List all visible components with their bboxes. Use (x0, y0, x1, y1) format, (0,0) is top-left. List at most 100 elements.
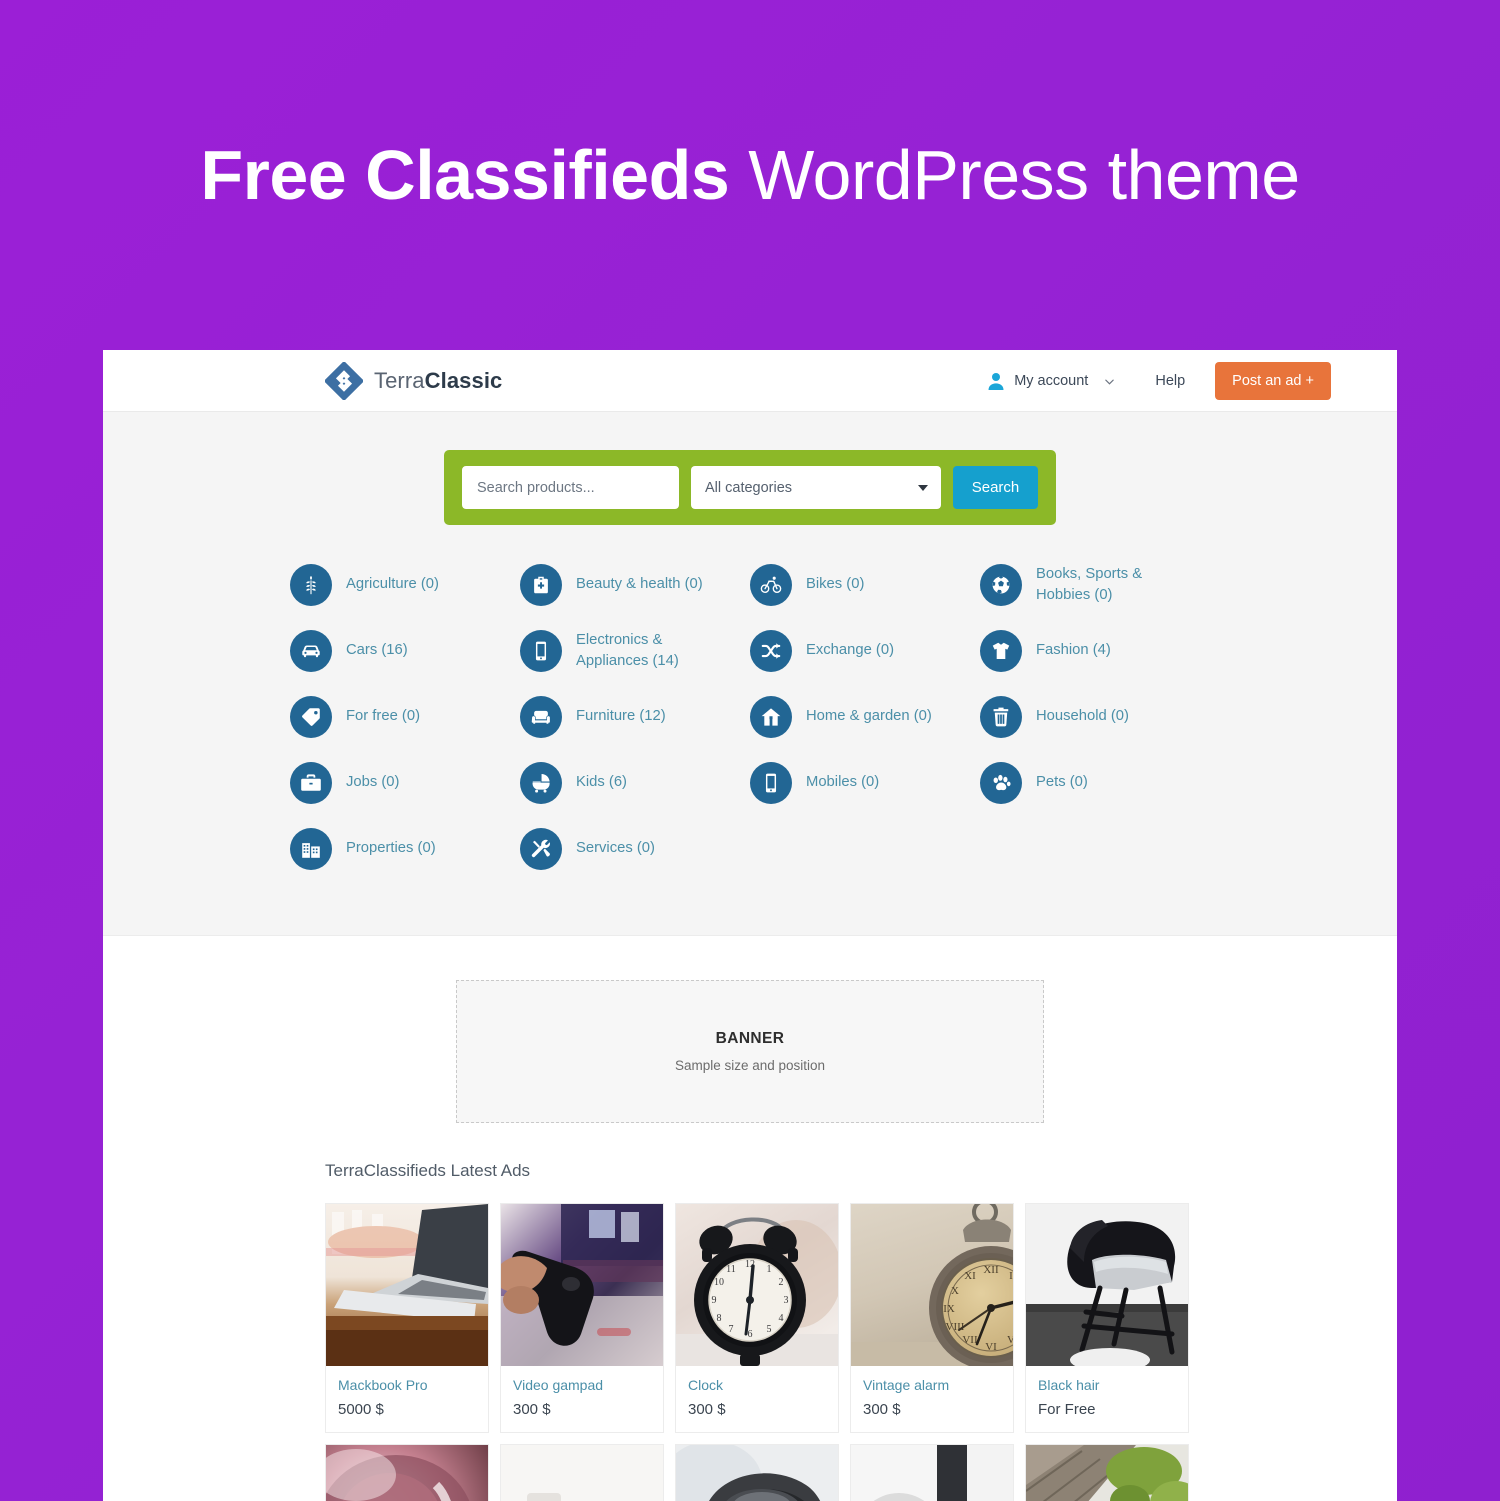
category-item-properties[interactable]: Properties (0) (290, 821, 520, 877)
tshirt-icon (980, 630, 1022, 672)
category-item-home-garden[interactable]: Home & garden (0) (750, 689, 980, 745)
category-item-electronics-appliances[interactable]: Electronics & Appliances (14) (520, 623, 750, 679)
category-label: Beauty & health (0) (576, 576, 703, 593)
laptop-photo (326, 1204, 488, 1366)
ad-meta: Mackbook Pro 5000 $ (326, 1366, 488, 1432)
category-item-agriculture[interactable]: Agriculture (0) (290, 557, 520, 613)
ad-card[interactable] (500, 1444, 664, 1501)
search-button[interactable]: Search (953, 466, 1038, 509)
outdoor-photo (1026, 1445, 1188, 1501)
chevron-down-icon (1104, 374, 1115, 385)
ad-card[interactable] (1025, 1444, 1189, 1501)
category-label: Pets (0) (1036, 774, 1088, 791)
phone-desk-photo (501, 1445, 663, 1501)
banner-placeholder[interactable]: BANNER Sample size and position (456, 980, 1044, 1123)
briefcase-icon (290, 762, 332, 804)
ad-card[interactable]: XIIIII IIIIVV VIVIIVIII IXXXI Vintage al… (850, 1203, 1014, 1433)
first-aid-kit-icon (520, 564, 562, 606)
ad-title[interactable]: Vintage alarm (863, 1377, 1001, 1393)
paw-print-icon (980, 762, 1022, 804)
category-item-cars[interactable]: Cars (16) (290, 623, 520, 679)
promo-banner: Free Classifieds WordPress theme (0, 0, 1500, 350)
ad-meta: Black hair For Free (1026, 1366, 1188, 1432)
ad-title[interactable]: Black hair (1038, 1377, 1176, 1393)
bicycle-icon (750, 564, 792, 606)
svg-text:XII: XII (983, 1264, 999, 1276)
category-item-jobs[interactable]: Jobs (0) (290, 755, 520, 811)
ad-title[interactable]: Clock (688, 1377, 826, 1393)
svg-text:4: 4 (779, 1313, 784, 1324)
black-chair-photo (1026, 1204, 1188, 1366)
latest-ads-section: TerraClassifieds Latest Ads Mackbook Pro… (103, 1123, 1397, 1501)
svg-text:2: 2 (779, 1277, 784, 1288)
svg-text:6: 6 (748, 1329, 753, 1340)
camera-lens-photo (676, 1445, 838, 1501)
ad-price: 5000 $ (338, 1401, 384, 1418)
ad-card[interactable]: Black hair For Free (1025, 1203, 1189, 1433)
category-label: Home & garden (0) (806, 708, 932, 725)
promo-headline: Free Classifieds WordPress theme (200, 140, 1300, 210)
header-nav: My account Help Post an ad + (986, 361, 1331, 400)
category-label: Furniture (12) (576, 708, 666, 725)
svg-text:X: X (951, 1285, 959, 1297)
lens-white-photo (851, 1445, 1013, 1501)
user-avatar-icon (986, 371, 1006, 391)
category-item-services[interactable]: Services (0) (520, 821, 750, 877)
my-account-label: My account (1014, 372, 1089, 389)
category-item-household[interactable]: Household (0) (980, 689, 1210, 745)
ad-meta: Vintage alarm 300 $ (851, 1366, 1013, 1432)
search-input[interactable] (462, 466, 679, 509)
category-item-fashion[interactable]: Fashion (4) (980, 623, 1210, 679)
car-icon (290, 630, 332, 672)
smartphone-icon (520, 630, 562, 672)
category-select[interactable]: All categories (691, 466, 941, 509)
svg-text:XI: XI (964, 1270, 976, 1282)
help-link[interactable]: Help (1155, 373, 1185, 389)
trash-bin-icon (980, 696, 1022, 738)
ad-card[interactable] (850, 1444, 1014, 1501)
svg-text:I: I (1009, 1270, 1013, 1282)
search-bar: All categories Search (444, 450, 1056, 525)
svg-text:IX: IX (943, 1303, 955, 1315)
category-item-for-free[interactable]: For free (0) (290, 689, 520, 745)
category-label: Jobs (0) (346, 774, 400, 791)
ad-title[interactable]: Video gampad (513, 1377, 651, 1393)
svg-text:1: 1 (767, 1264, 772, 1275)
ad-price: 300 $ (513, 1401, 551, 1418)
banner-title: BANNER (715, 1030, 785, 1047)
my-account-menu[interactable]: My account (986, 371, 1125, 391)
category-item-furniture[interactable]: Furniture (12) (520, 689, 750, 745)
category-item-mobiles[interactable]: Mobiles (0) (750, 755, 980, 811)
ad-card[interactable] (325, 1444, 489, 1501)
category-label: Fashion (4) (1036, 642, 1111, 659)
svg-text:VII: VII (962, 1334, 978, 1346)
category-item-bikes[interactable]: Bikes (0) (750, 557, 980, 613)
category-label: Books, Sports & Hobbies (0) (1036, 565, 1143, 603)
category-item-beauty-health[interactable]: Beauty & health (0) (520, 557, 750, 613)
svg-text:3: 3 (784, 1295, 789, 1306)
mobile-phone-icon (750, 762, 792, 804)
category-label: Bikes (0) (806, 576, 865, 593)
logo-text-classic: Classic (424, 367, 503, 393)
post-an-ad-button[interactable]: Post an ad + (1215, 361, 1331, 400)
hero-section: All categories Search Agriculture (0) Be… (103, 412, 1397, 936)
ad-card[interactable] (675, 1444, 839, 1501)
category-label: Electronics & Appliances (14) (576, 631, 679, 669)
category-item-kids[interactable]: Kids (6) (520, 755, 750, 811)
category-grid: Agriculture (0) Beauty & health (0) Bike… (290, 557, 1210, 877)
ad-meta: Clock 300 $ (676, 1366, 838, 1432)
category-item-books-sports-hobbies[interactable]: Books, Sports & Hobbies (0) (980, 557, 1210, 613)
ad-title[interactable]: Mackbook Pro (338, 1377, 476, 1393)
tools-icon (520, 828, 562, 870)
ad-card[interactable]: Mackbook Pro 5000 $ (325, 1203, 489, 1433)
category-item-pets[interactable]: Pets (0) (980, 755, 1210, 811)
svg-text:11: 11 (726, 1264, 736, 1275)
promo-headline-strong: Free Classifieds (200, 136, 730, 214)
site-header: TerraClassic My account Help Post an ad … (103, 350, 1397, 412)
ad-card[interactable]: Video gampad 300 $ (500, 1203, 664, 1433)
logo-text-terra: Terra (374, 367, 425, 393)
ad-card[interactable]: 12 1 2 345 678 9 10 11 Clock 300 $ (675, 1203, 839, 1433)
svg-text:5: 5 (767, 1324, 772, 1335)
category-item-exchange[interactable]: Exchange (0) (750, 623, 980, 679)
site-logo[interactable]: TerraClassic (325, 361, 503, 400)
